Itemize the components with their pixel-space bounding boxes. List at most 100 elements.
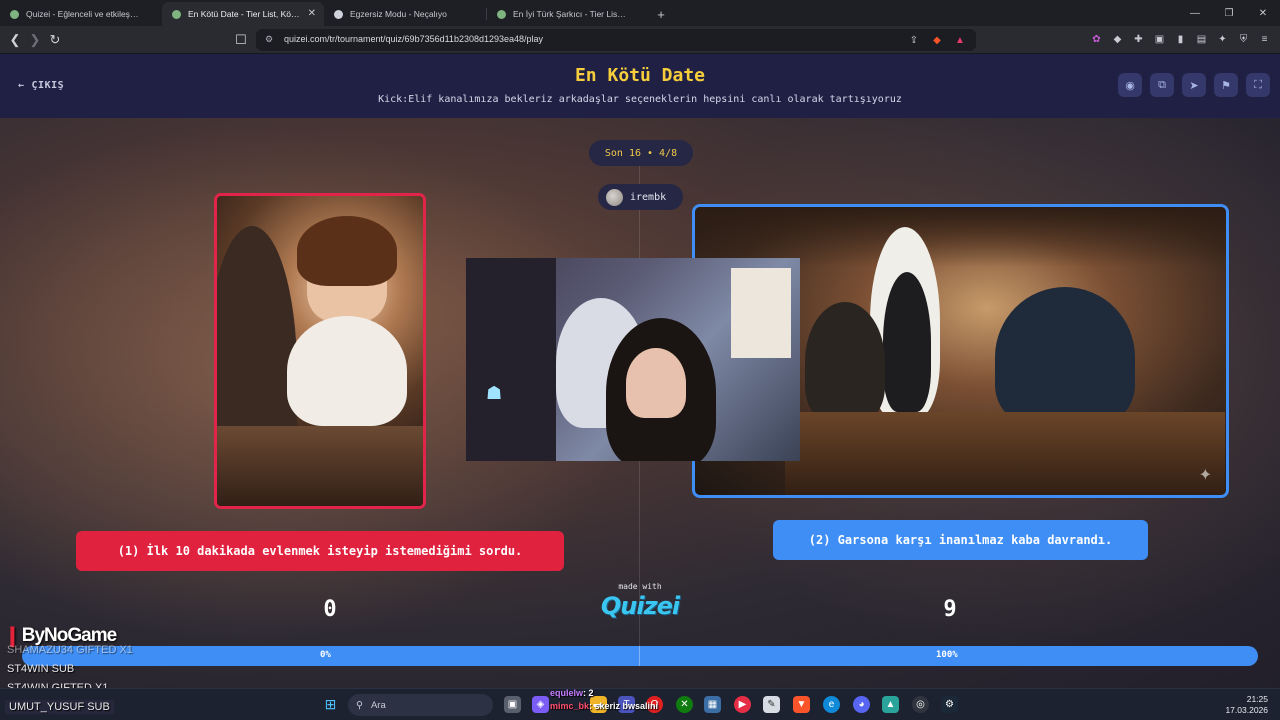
notepad-icon[interactable]: ✎ xyxy=(763,696,780,713)
option-left-button[interactable]: (1) İlk 10 dakikada evlenmek isteyip ist… xyxy=(76,531,564,571)
vote-count-right: 9 xyxy=(943,597,957,622)
chat-user: equlelw xyxy=(550,688,584,698)
quiz-header: ← ÇIKIŞ En Kötü Date Kick:Elif kanalımız… xyxy=(0,54,1280,118)
fullscreen-icon[interactable]: ⛶ xyxy=(1246,73,1270,97)
bookmark-icon[interactable]: ☐ xyxy=(232,31,250,49)
vote-bar-divider xyxy=(639,646,640,666)
taskbar-search[interactable]: ⚲ Ara xyxy=(348,694,493,716)
copilot-icon[interactable]: ◈ xyxy=(532,696,549,713)
avatar xyxy=(606,188,623,206)
window-controls: — ❐ ✕ xyxy=(1178,0,1280,26)
clock-date: 17.03.2026 xyxy=(1225,705,1268,715)
obs-icon[interactable]: ◎ xyxy=(912,696,929,713)
url-actions: ⇪ ◆ ▲ xyxy=(906,32,968,48)
option-right-button[interactable]: (2) Garsona karşı inanılmaz kaba davrand… xyxy=(773,520,1148,560)
photo-shape xyxy=(785,412,1225,495)
back-icon[interactable]: ❮ xyxy=(6,31,24,49)
menu-icon[interactable]: ≡ xyxy=(1257,31,1272,47)
photo-shape xyxy=(731,268,791,358)
extension-toolbar: ✿ ◆ ✚ ▣ ▮ ▤ ✦ ⛨ ≡ xyxy=(1089,31,1272,47)
extensions-puzzle-icon[interactable]: ✚ xyxy=(1131,31,1146,47)
brave-icon[interactable]: ▼ xyxy=(793,696,810,713)
option-left-image[interactable] xyxy=(214,193,426,509)
photo-shape xyxy=(805,302,885,422)
extension-icon[interactable]: ✿ xyxy=(1089,31,1104,47)
tab-strip: Quizei - Eğlenceli ve etkileşimli quiz E… xyxy=(0,0,1280,26)
clock-time: 21:25 xyxy=(1246,694,1268,704)
ghost-icon: ☗ xyxy=(486,383,503,403)
tab-label: Quizei - Eğlenceli ve etkileşimli quiz xyxy=(26,9,140,19)
header-actions: ◉ ⧉ ➤ ⚑ ⛶ xyxy=(1118,73,1270,97)
edge-icon[interactable]: e xyxy=(823,696,840,713)
browser-tab[interactable]: Egzersiz Modu - Neçalıyo xyxy=(324,2,486,26)
close-tab-icon[interactable]: ✕ xyxy=(308,8,316,19)
chat-message: : skeriz bwsalini xyxy=(589,701,659,711)
xbox-icon[interactable]: ✕ xyxy=(676,696,693,713)
address-bar-row: ❮ ❯ ↻ ☐ ⚙ quizei.com/tr/tournament/quiz/… xyxy=(0,26,1280,54)
made-with-label: made with xyxy=(618,582,662,591)
flag-icon[interactable]: ⚑ xyxy=(1214,73,1238,97)
discord-icon[interactable]: ◕ xyxy=(853,696,870,713)
chat-overlay: equlelw: 2 mimc_bk: skeriz bwsalini xyxy=(550,688,658,711)
browser-tab[interactable]: Quizei - Eğlenceli ve etkileşimli quiz xyxy=(0,2,162,26)
username: irembk xyxy=(630,191,667,203)
sub-alert-line: ST4WIN SUB xyxy=(7,663,75,675)
chat-user: mimc_bk xyxy=(550,701,590,711)
url-text: quizei.com/tr/tournament/quiz/69b7356d11… xyxy=(284,34,544,44)
user-badge: irembk xyxy=(598,184,683,210)
photo-shape xyxy=(217,426,423,506)
tab-favicon-icon xyxy=(497,10,506,19)
copy-icon[interactable]: ⧉ xyxy=(1150,73,1174,97)
vote-percent-left: 0% xyxy=(320,650,331,660)
extension-icon[interactable]: ▣ xyxy=(1152,31,1167,47)
maximize-icon[interactable]: ❐ xyxy=(1212,0,1246,26)
webcam-overlay: ☗ xyxy=(466,258,800,461)
new-tab-button[interactable]: + xyxy=(649,2,673,26)
share-page-icon[interactable]: ⇪ xyxy=(906,32,922,48)
minimize-icon[interactable]: — xyxy=(1178,0,1212,26)
reload-icon[interactable]: ↻ xyxy=(46,31,64,49)
photo-shape xyxy=(883,272,931,412)
browser-tab-active[interactable]: En Kötü Date - Tier List, Kör Sıral ✕ xyxy=(162,2,324,26)
task-view-icon[interactable]: ▣ xyxy=(504,696,521,713)
media-player-icon[interactable]: ▶ xyxy=(734,696,751,713)
sidebar-icon[interactable]: ▮ xyxy=(1173,31,1188,47)
photo-shape xyxy=(466,258,556,461)
forward-icon[interactable]: ❯ xyxy=(26,31,44,49)
store-icon[interactable]: ▦ xyxy=(704,696,721,713)
tab-label: En İyi Türk Şarkıcı - Tier List | Blind … xyxy=(513,9,627,19)
tab-label: En Kötü Date - Tier List, Kör Sıral xyxy=(188,9,302,19)
quiz-title: En Kötü Date xyxy=(574,65,706,86)
sub-alert-line: UMUT_YUSUF SUB xyxy=(5,700,114,714)
photo-shape xyxy=(995,287,1135,427)
tab-label: Egzersiz Modu - Neçalıyo xyxy=(350,9,447,19)
close-window-icon[interactable]: ✕ xyxy=(1246,0,1280,26)
search-placeholder: Ara xyxy=(370,699,386,711)
chat-message: : 2 xyxy=(583,688,594,698)
brave-rewards-icon[interactable]: ▲ xyxy=(952,32,968,48)
quizei-logo[interactable]: Quizei xyxy=(590,592,690,620)
tab-favicon-icon xyxy=(10,10,19,19)
quiz-page: ← ÇIKIŞ En Kötü Date Kick:Elif kanalımız… xyxy=(0,54,1280,688)
app-icon[interactable]: ▲ xyxy=(882,696,899,713)
tab-favicon-icon xyxy=(172,10,181,19)
vpn-icon[interactable]: ⛨ xyxy=(1236,31,1251,47)
search-icon: ⚲ xyxy=(356,699,363,711)
site-info-icon[interactable]: ⚙ xyxy=(265,34,275,44)
system-clock[interactable]: 21:25 17.03.2026 xyxy=(1225,694,1268,716)
vote-progress-bar: 0% 100% xyxy=(22,646,1258,666)
steam-icon[interactable]: ⚙ xyxy=(941,696,958,713)
leo-icon[interactable]: ✦ xyxy=(1215,31,1230,47)
round-indicator: Son 16 • 4/8 xyxy=(589,140,693,166)
extension-icon[interactable]: ◆ xyxy=(1110,31,1125,47)
browser-tab[interactable]: En İyi Türk Şarkıcı - Tier List | Blind … xyxy=(487,2,649,26)
sparkle-icon: ✦ xyxy=(1198,467,1212,484)
windows-start-icon[interactable]: ⊞ xyxy=(322,696,339,713)
vote-count-left: 0 xyxy=(323,597,337,622)
wallet-icon[interactable]: ▤ xyxy=(1194,31,1209,47)
quiz-subtitle: Kick:Elif kanalımıza bekleriz arkadaşlar… xyxy=(378,94,902,105)
eye-icon[interactable]: ◉ xyxy=(1118,73,1142,97)
url-field[interactable]: ⚙ quizei.com/tr/tournament/quiz/69b7356d… xyxy=(256,29,976,51)
brave-shield-icon[interactable]: ◆ xyxy=(929,32,945,48)
share-icon[interactable]: ➤ xyxy=(1182,73,1206,97)
